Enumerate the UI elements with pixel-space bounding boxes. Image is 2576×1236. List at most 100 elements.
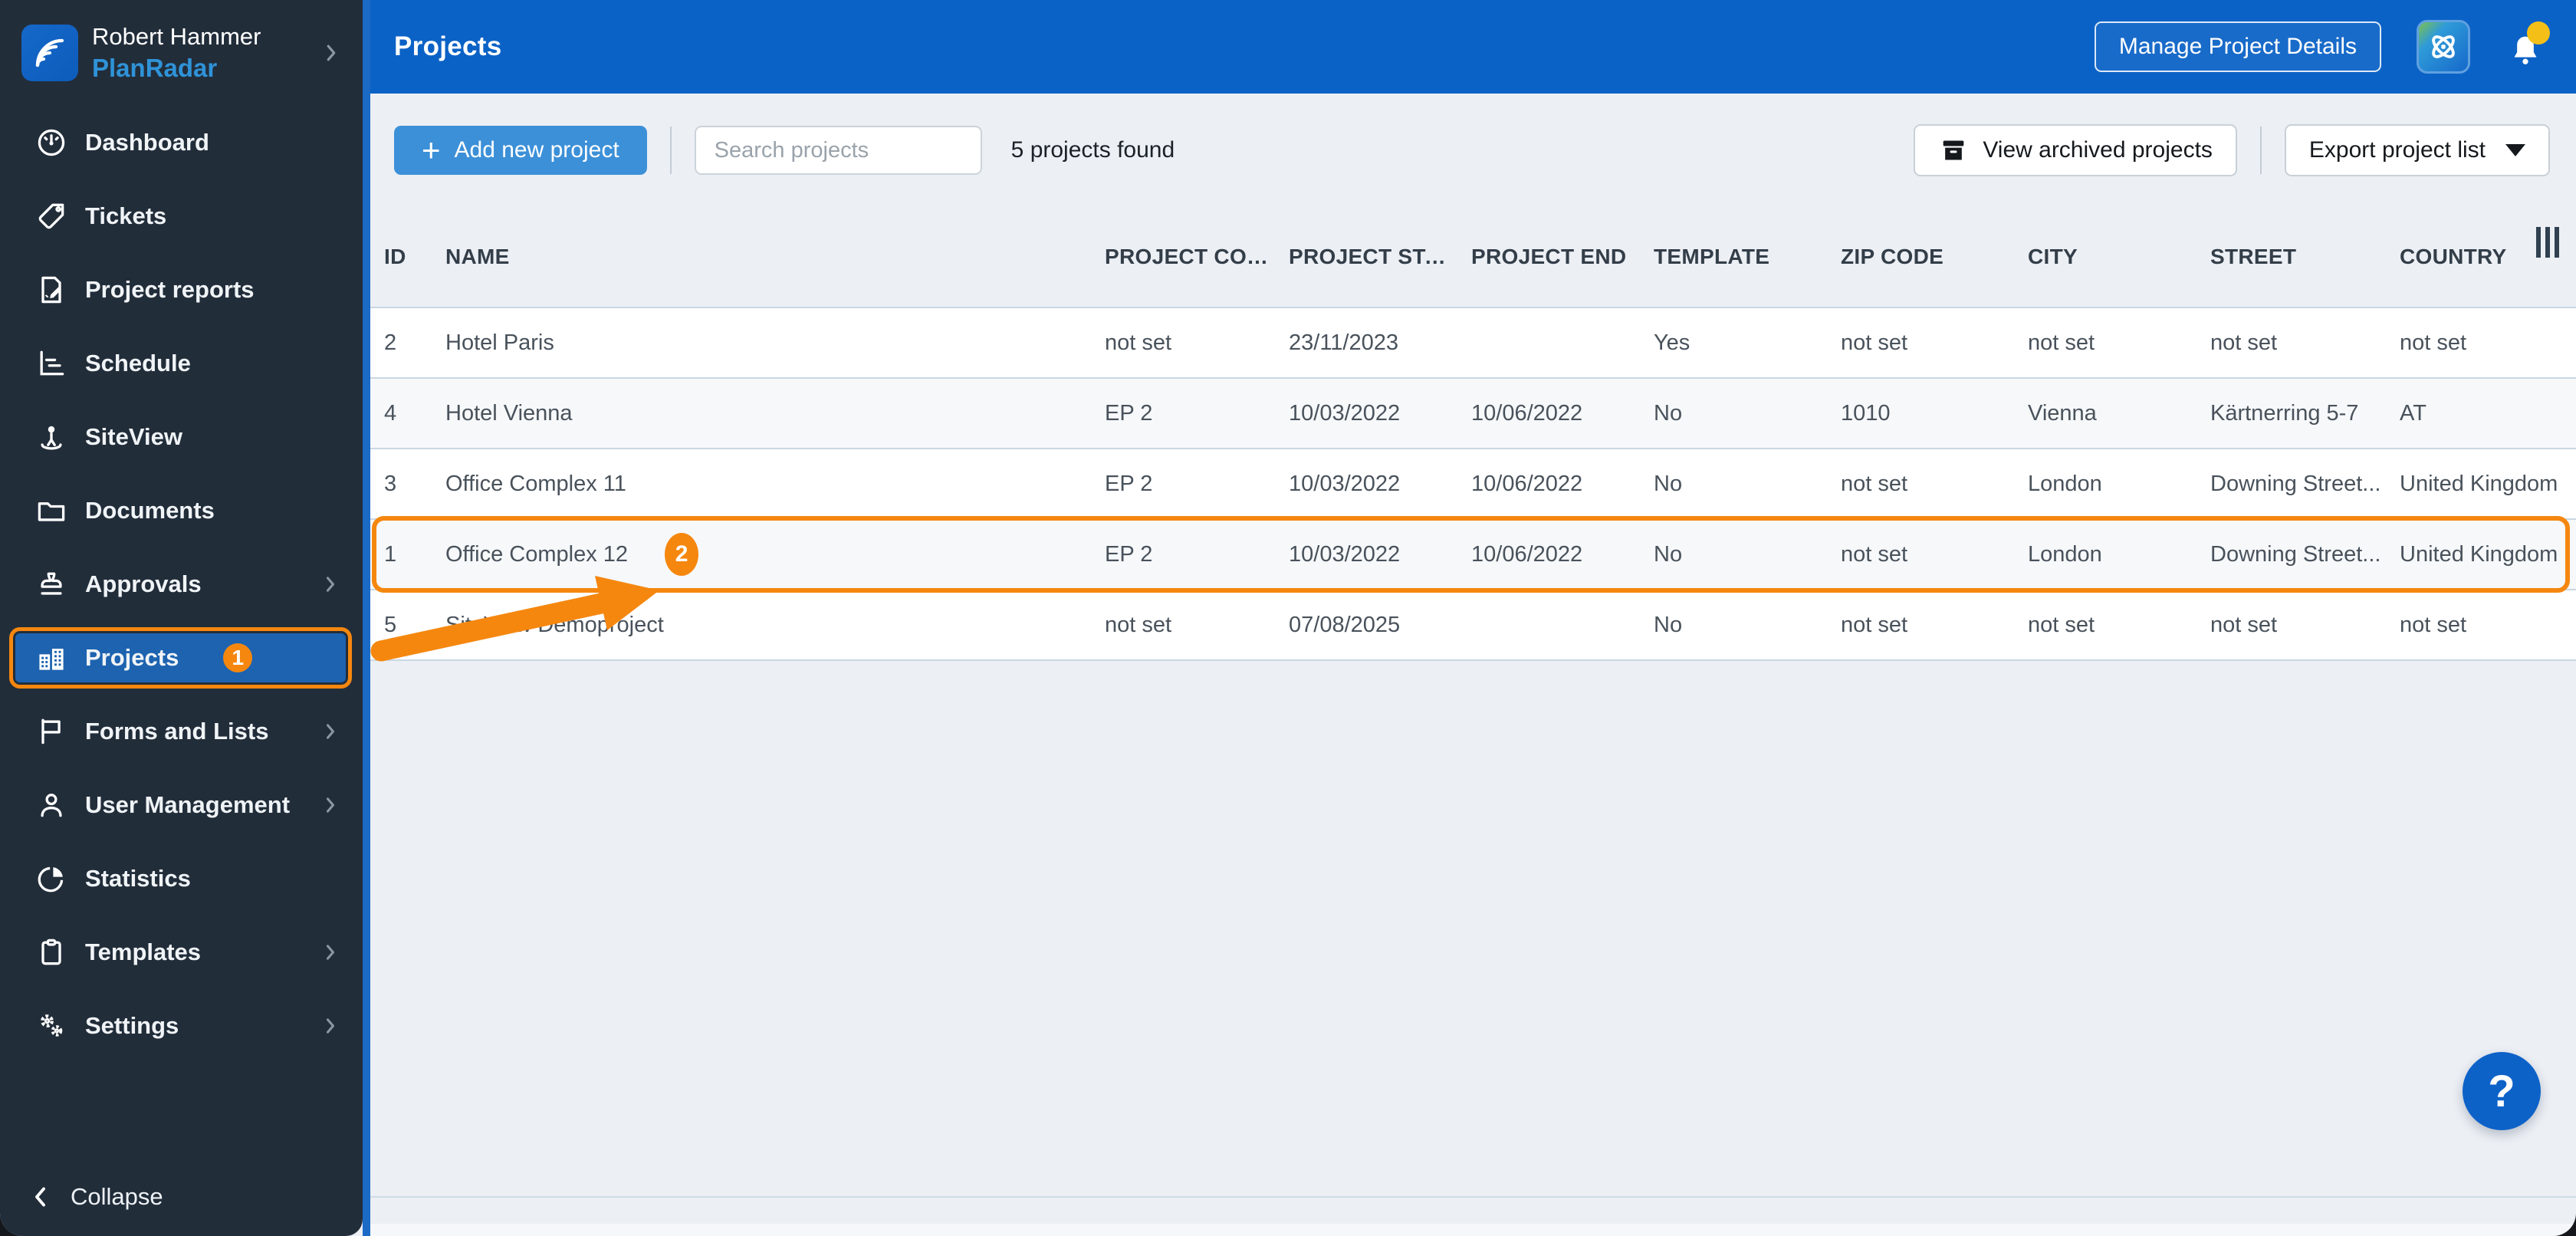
step-badge-1: 1	[223, 643, 253, 672]
cell-zip: not set	[1841, 612, 1908, 637]
table-row[interactable]: 2 Hotel Paris not set 23/11/2023 Yes not…	[370, 307, 2576, 377]
collapse-button[interactable]: Collapse	[0, 1178, 163, 1216]
cell-project-code: not set	[1105, 612, 1172, 637]
person-pin-icon	[34, 420, 68, 454]
notifications-button[interactable]	[2505, 21, 2550, 71]
sidebar-item-dashboard[interactable]: Dashboard	[0, 106, 363, 179]
table-bottom-divider	[370, 1196, 2576, 1198]
sidebar-item-schedule[interactable]: Schedule	[0, 327, 363, 400]
column-header-name[interactable]: NAME	[445, 245, 1105, 269]
sidebar-item-settings[interactable]: Settings	[0, 989, 363, 1063]
cell-id: 3	[384, 471, 397, 496]
cell-country: United Kingdom	[2400, 471, 2558, 496]
export-project-list-button[interactable]: Export project list	[2284, 124, 2550, 176]
cell-template: No	[1654, 400, 1683, 426]
results-count: 5 projects found	[1010, 137, 1175, 163]
chevron-right-icon	[320, 942, 341, 963]
sidebar-item-approvals[interactable]: Approvals	[0, 547, 363, 621]
manage-project-details-button[interactable]: Manage Project Details	[2094, 21, 2381, 72]
cell-project-code: EP 2	[1105, 541, 1153, 567]
sidebar-item-label: Forms and Lists	[85, 718, 269, 745]
cell-template: No	[1654, 541, 1683, 567]
cell-project-code: EP 2	[1105, 400, 1153, 426]
cell-street: Downing Street...	[2210, 471, 2381, 496]
cell-project-start: 10/03/2022	[1289, 471, 1401, 496]
table-header: ID NAME PROJECT CODE PROJECT START PROJE…	[370, 207, 2576, 307]
sidebar-item-project-reports[interactable]: Project reports	[0, 253, 363, 327]
cell-project-start: 23/11/2023	[1289, 330, 1398, 355]
cell-project-end: 10/06/2022	[1471, 541, 1583, 567]
help-button[interactable]: ?	[2463, 1052, 2541, 1130]
cell-city: London	[2028, 471, 2102, 496]
main-content: Projects Manage Project Details + Add ne…	[370, 0, 2576, 1236]
column-header-project-start[interactable]: PROJECT START	[1289, 245, 1471, 269]
collapse-label: Collapse	[71, 1183, 163, 1210]
column-header-street[interactable]: STREET	[2210, 245, 2400, 269]
table-row-highlighted[interactable]: 1 Office Complex 12 2 EP 2 10/03/2022 10…	[370, 516, 2576, 593]
sidebar-item-user-management[interactable]: User Management	[0, 768, 363, 842]
app-switcher-button[interactable]	[2417, 20, 2470, 74]
account-switcher[interactable]: Robert Hammer PlanRadar	[0, 0, 363, 106]
column-header-project-end[interactable]: PROJECT END	[1471, 245, 1654, 269]
search-projects-input[interactable]	[694, 126, 982, 175]
view-archived-projects-button[interactable]: View archived projects	[1914, 124, 2237, 176]
sidebar-item-label: Templates	[85, 939, 202, 965]
sidebar-item-statistics[interactable]: Statistics	[0, 842, 363, 915]
table-row[interactable]: 3 Office Complex 11 EP 2 10/03/2022 10/0…	[370, 448, 2576, 518]
report-icon	[34, 273, 68, 307]
sidebar-item-label: Project reports	[85, 276, 255, 303]
cell-city: not set	[2028, 612, 2095, 637]
sidebar-item-documents[interactable]: Documents	[0, 474, 363, 547]
sidebar-item-tickets[interactable]: Tickets	[0, 179, 363, 253]
cell-project-end: 10/06/2022	[1471, 471, 1583, 496]
sidebar-item-label: Dashboard	[85, 129, 209, 156]
horizontal-scrollbar-track[interactable]	[370, 1224, 2576, 1236]
cell-id: 4	[384, 400, 397, 426]
step-badge-2: 2	[665, 533, 699, 576]
sidebar-item-label: Approvals	[85, 570, 202, 597]
app-window: Robert Hammer PlanRadar Dashboard Ticket…	[0, 0, 2576, 1236]
archive-icon	[1943, 140, 1964, 160]
cell-id: 1	[384, 541, 397, 567]
connect-icon	[2432, 35, 2455, 58]
toolbar-divider	[669, 127, 672, 174]
cell-country: AT	[2400, 400, 2426, 426]
column-header-zip-code[interactable]: ZIP CODE	[1841, 245, 2028, 269]
sidebar-item-forms-and-lists[interactable]: Forms and Lists	[0, 695, 363, 768]
column-header-project-code[interactable]: PROJECT CODE	[1105, 245, 1289, 269]
flag-icon	[34, 715, 68, 748]
cell-project-code: not set	[1105, 330, 1172, 355]
sidebar-nav: Dashboard Tickets Project reports Schedu…	[0, 106, 363, 1063]
sidebar-item-siteview[interactable]: SiteView	[0, 400, 363, 474]
column-settings-icon[interactable]	[2536, 227, 2559, 258]
table-row[interactable]: 4 Hotel Vienna EP 2 10/03/2022 10/06/202…	[370, 377, 2576, 448]
stamp-icon	[34, 567, 68, 601]
cell-zip: not set	[1841, 541, 1908, 567]
org-name: PlanRadar	[92, 53, 218, 82]
sidebar-edge-accent	[363, 0, 370, 1236]
tag-icon	[34, 199, 68, 233]
chevron-right-icon	[320, 721, 341, 742]
cell-template: Yes	[1654, 330, 1691, 355]
page-title: Projects	[394, 31, 502, 61]
cell-country: not set	[2400, 330, 2467, 355]
sidebar: Robert Hammer PlanRadar Dashboard Ticket…	[0, 0, 363, 1236]
sidebar-item-templates[interactable]: Templates	[0, 915, 363, 989]
chevron-right-icon	[320, 1015, 341, 1037]
add-new-project-button[interactable]: + Add new project	[394, 126, 647, 175]
table-row[interactable]: 5 SiteView Demoproject not set 07/08/202…	[370, 589, 2576, 659]
cell-project-start: 10/03/2022	[1289, 541, 1401, 567]
sidebar-item-projects[interactable]: Projects 1	[9, 627, 352, 689]
sidebar-item-label: SiteView	[85, 423, 182, 450]
caret-down-icon	[2505, 144, 2525, 156]
sidebar-item-label: Statistics	[85, 865, 191, 892]
user-name: Robert Hammer	[92, 23, 261, 50]
cell-project-start: 10/03/2022	[1289, 400, 1401, 426]
cell-project-code: EP 2	[1105, 471, 1153, 496]
gears-icon	[34, 1009, 68, 1043]
column-header-city[interactable]: CITY	[2028, 245, 2210, 269]
cell-name: Office Complex 12 2	[445, 533, 1105, 576]
column-header-template[interactable]: TEMPLATE	[1654, 245, 1841, 269]
column-header-id[interactable]: ID	[384, 245, 445, 269]
cell-name: Hotel Paris	[445, 330, 554, 355]
